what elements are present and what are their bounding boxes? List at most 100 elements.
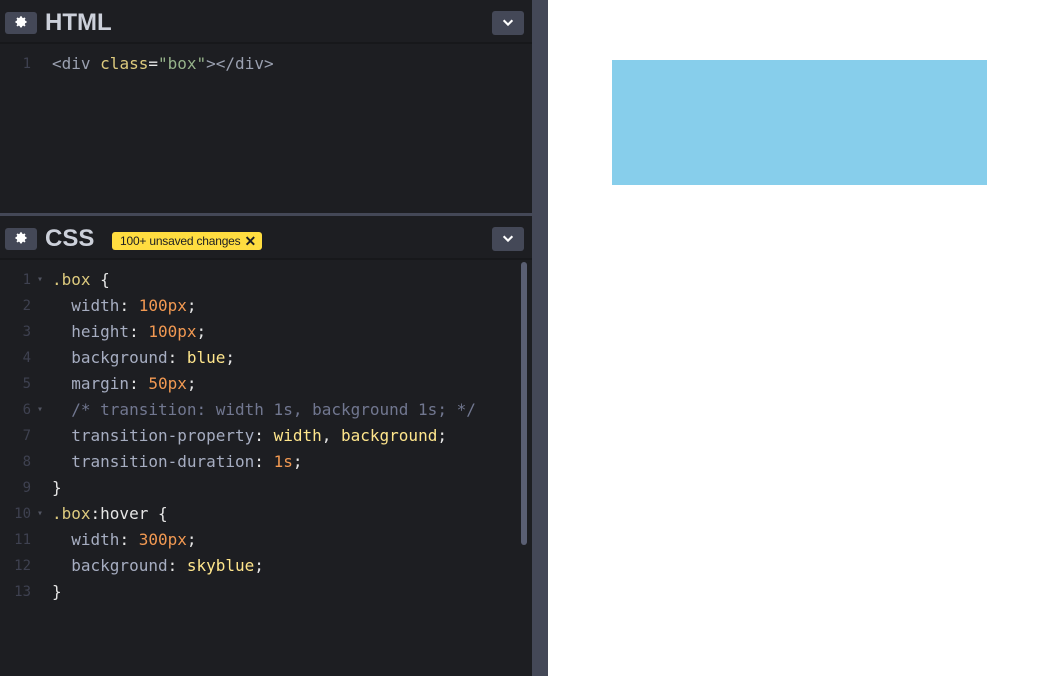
code-text: .box { [52,267,110,293]
code-token: } [52,582,62,601]
code-text: /* transition: width 1s, background 1s; … [52,397,476,423]
code-token: <div [52,54,101,73]
code-token: , [321,426,341,445]
code-token: ; [292,452,303,471]
fold-arrow-icon[interactable]: ▾ [37,397,43,423]
close-icon[interactable]: ✕ [244,234,256,248]
code-token: background [52,556,168,575]
code-token: : [167,556,187,575]
code-token: ; [437,426,447,445]
code-token: ; [186,530,197,549]
code-token: ; [196,322,207,341]
code-text: width: 100px; [52,293,197,319]
line-number: 11 [14,532,31,548]
css-collapse-button[interactable] [492,227,524,251]
code-token: transition-property [52,426,255,445]
code-line[interactable]: 1 ▾ .box { [0,267,520,293]
code-token: width [273,426,322,445]
code-token: ; [186,374,197,393]
code-line[interactable]: 2 width: 100px; [0,293,520,319]
code-token: : [119,296,139,315]
fold-arrow-icon[interactable]: ▾ [37,501,43,527]
gear-icon [14,230,28,249]
css-code-editor[interactable]: 1 ▾ .box {2 width: 100px; 3 height: 100px; 4… [0,267,532,676]
line-number: 13 [14,584,31,600]
unsaved-changes-badge[interactable]: 100+ unsaved changes ✕ [112,232,262,250]
code-token: ; [254,556,264,575]
code-line[interactable]: 5 margin: 50px; [0,371,520,397]
code-token: { [90,270,110,289]
code-token: background [52,348,168,367]
code-line[interactable]: 3 height: 100px; [0,319,520,345]
html-code-editor[interactable]: 1 <div class="box"></div> [0,51,532,211]
code-line[interactable]: 6 ▾ /* transition: width 1s, background 1… [0,397,520,423]
code-token: blue [186,348,226,367]
code-text: <div class="box"></div> [52,51,274,77]
code-token: skyblue [186,556,255,575]
css-panel-header: CSS [0,216,532,260]
code-text: background: skyblue; [52,553,264,579]
code-text: } [52,579,62,605]
code-token: 100px [148,322,197,341]
css-settings-button[interactable] [5,228,37,250]
line-number: 9 [22,480,31,496]
html-settings-button[interactable] [5,12,37,34]
code-token: background [341,426,438,445]
code-token: : [254,426,274,445]
line-number: 3 [22,324,31,340]
code-text: .box:hover { [52,501,168,527]
code-token: 100px [138,296,187,315]
code-token: } [52,478,62,497]
code-token: : [129,374,149,393]
line-number: 12 [14,558,31,574]
code-token: transition-duration [52,452,255,471]
code-line[interactable]: 8 transition-duration: 1s; [0,449,520,475]
code-line[interactable]: 13} [0,579,520,605]
chevron-down-icon [501,230,515,249]
code-line[interactable]: 1 <div class="box"></div> [0,51,520,77]
css-editor-scrollbar[interactable] [521,262,527,545]
code-token: ; [225,348,236,367]
code-token: "box" [157,54,207,73]
html-collapse-button[interactable] [492,11,524,35]
code-line[interactable]: 10 ▾ .box:hover { [0,501,520,527]
code-token: ; [186,296,197,315]
preview-box[interactable] [612,60,987,185]
code-token: = [148,54,158,73]
code-line[interactable]: 7 transition-property: width, background… [0,423,520,449]
line-number: 6 [22,402,31,418]
code-token: margin [52,374,130,393]
code-line[interactable]: 4 background: blue; [0,345,520,371]
chevron-down-icon [501,14,515,33]
code-text: transition-property: width, background; [52,423,447,449]
code-token: ></div> [206,54,274,73]
code-token: height [52,322,130,341]
code-text: background: blue; [52,345,235,371]
line-number: 10 [14,506,31,522]
code-token: { [148,504,168,523]
code-token: : [254,452,274,471]
code-line[interactable]: 12 background: skyblue; [0,553,520,579]
line-number: 1 [22,56,31,72]
code-token: : [129,322,149,341]
gear-icon [14,14,28,33]
line-number: 5 [22,376,31,392]
editor-column: HTML 1 <div class="box"></div> CSS 100+ u… [0,0,532,676]
html-panel-header: HTML [0,0,532,44]
fold-arrow-icon[interactable]: ▾ [37,267,43,293]
code-text: } [52,475,62,501]
line-number: 1 [22,272,31,288]
code-token: 50px [148,374,187,393]
editor-preview-resizer[interactable] [532,0,548,676]
html-panel-title: HTML [45,9,112,36]
code-text: margin: 50px; [52,371,197,397]
code-line[interactable]: 11 width: 300px; [0,527,520,553]
unsaved-changes-label: 100+ unsaved changes [120,234,241,248]
code-token: class [100,54,149,73]
code-token: 1s [273,452,293,471]
code-token: width [52,296,120,315]
code-token: .box [52,270,91,289]
css-panel-title: CSS [45,225,95,252]
line-number: 2 [22,298,31,314]
code-line[interactable]: 9} [0,475,520,501]
